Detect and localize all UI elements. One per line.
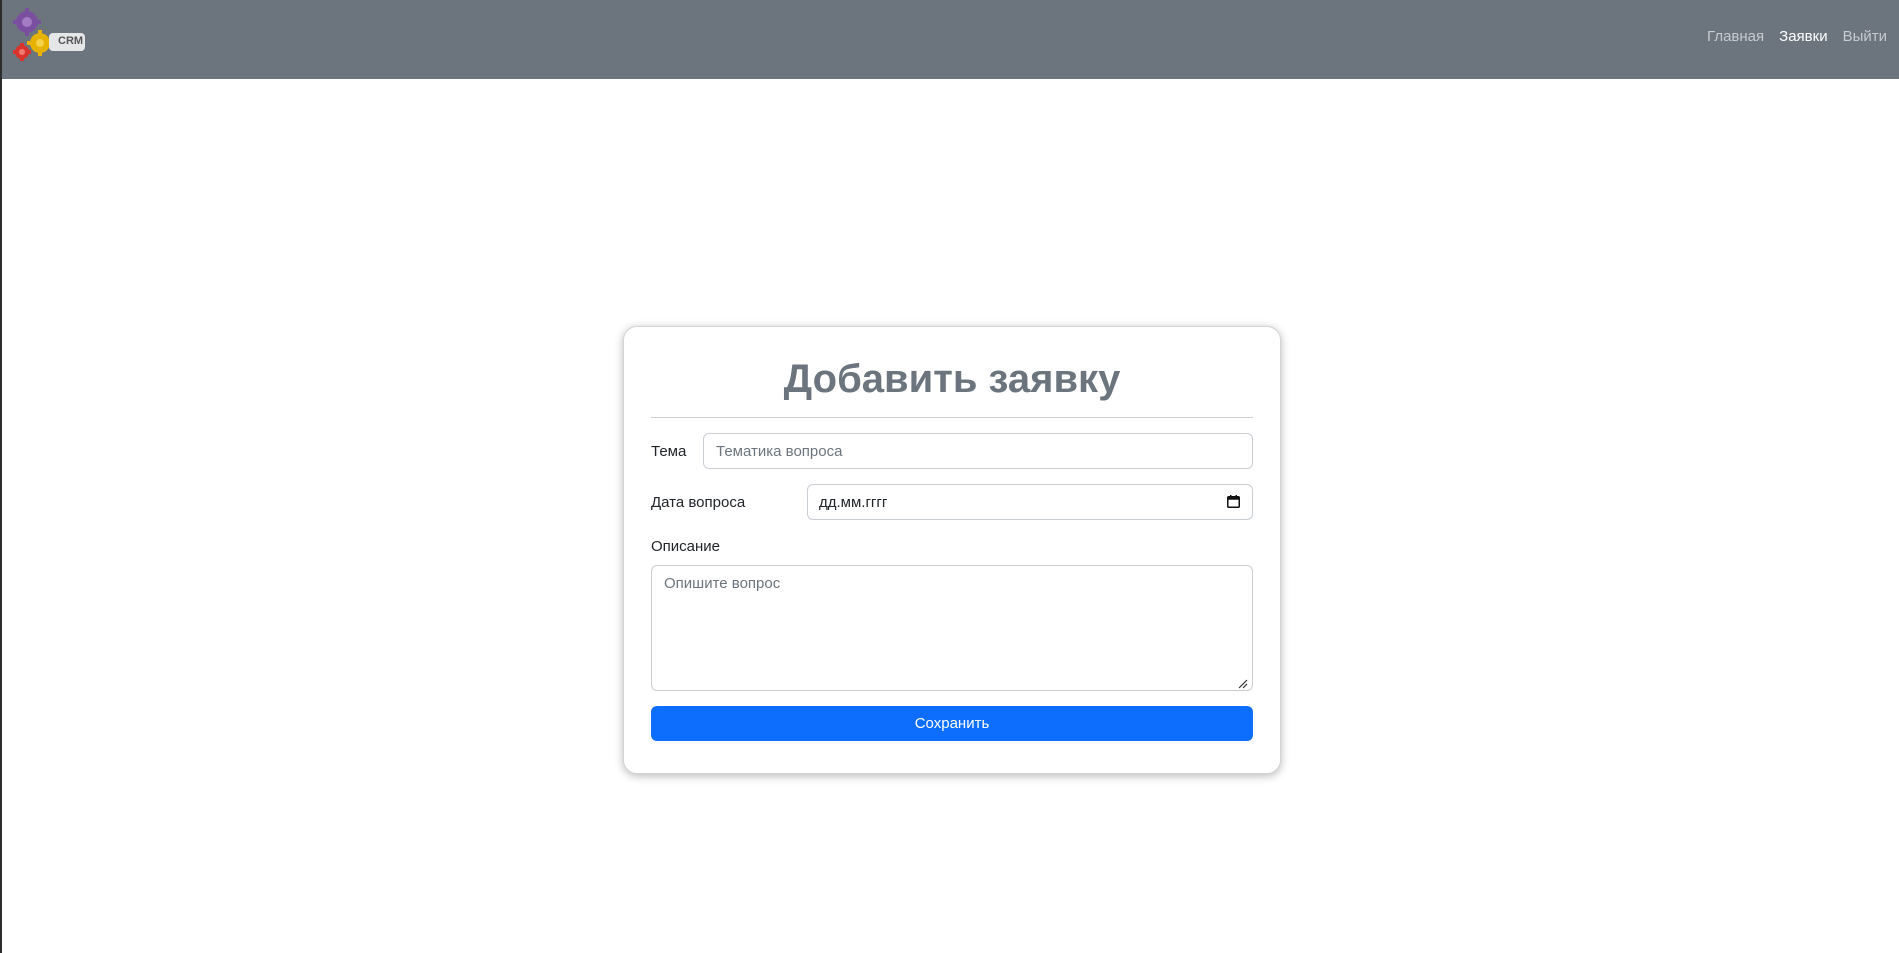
main-nav: Главная Заявки Выйти <box>1707 28 1887 45</box>
date-row: Дата вопроса дд.мм.гггг <box>651 484 1253 520</box>
nav-link-logout[interactable]: Выйти <box>1843 28 1887 45</box>
navbar: CRM Главная Заявки Выйти <box>2 0 1899 79</box>
topic-label: Тема <box>651 442 687 460</box>
description-label: Описание <box>651 538 721 555</box>
date-input[interactable]: дд.мм.гггг <box>807 484 1253 520</box>
topic-input[interactable] <box>703 433 1253 469</box>
form-title: Добавить заявку <box>783 357 1121 401</box>
nav-link-home[interactable]: Главная <box>1707 28 1764 45</box>
topic-row: Тема <box>651 433 1253 469</box>
description-textarea[interactable] <box>651 565 1253 691</box>
date-value: дд.мм.гггг <box>819 493 888 511</box>
title-divider <box>651 417 1253 418</box>
calendar-icon[interactable] <box>1227 495 1240 508</box>
save-button[interactable]: Сохранить <box>651 706 1253 741</box>
resize-handle-icon[interactable] <box>1238 679 1248 689</box>
app-window: CRM Главная Заявки Выйти Добавить заявку… <box>0 0 1899 953</box>
nav-link-requests[interactable]: Заявки <box>1779 28 1827 45</box>
date-label: Дата вопроса <box>651 493 746 511</box>
crm-logo-icon[interactable]: CRM <box>12 8 88 66</box>
add-request-card: Добавить заявку Тема Дата вопроса дд.мм.… <box>623 326 1281 774</box>
logo-badge-text: CRM <box>58 35 84 47</box>
